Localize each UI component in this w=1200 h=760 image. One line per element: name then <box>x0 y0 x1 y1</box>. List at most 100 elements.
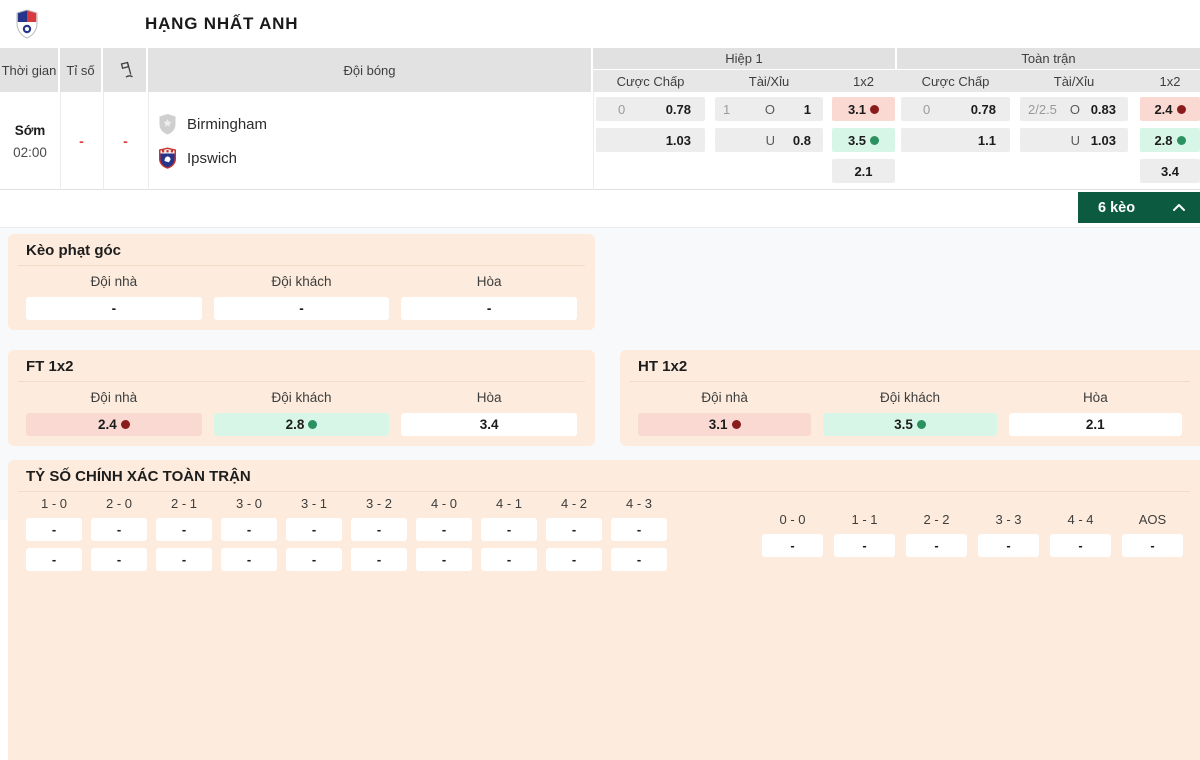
h1-under-label: U <box>765 132 775 148</box>
score-odds-cell[interactable]: - <box>156 518 212 541</box>
column-label: Hòa <box>476 274 502 289</box>
h1-over-odds: 1 <box>803 101 811 117</box>
correct-score-main-group: 1 - 0--2 - 0--2 - 1--3 - 0--3 - 1--3 - 2… <box>26 496 667 571</box>
column-label: Đội khách <box>271 274 332 289</box>
score-odds-cell[interactable]: - <box>611 518 667 541</box>
ft-1x2-draw-odds: 3.4 <box>1160 163 1180 179</box>
score-odds-cell[interactable]: - <box>26 518 82 541</box>
score-odds-cell[interactable]: - <box>546 518 602 541</box>
column-label: Đội nhà <box>90 274 138 289</box>
red-dot-icon <box>1176 104 1186 114</box>
odds-value: 3.1 <box>708 417 728 432</box>
odds-value: 3.5 <box>894 417 913 432</box>
ft-1x2-away-cell[interactable]: 2.8 <box>1140 128 1200 152</box>
h1-handicap-away-odds: 1.03 <box>665 132 691 148</box>
h1-over-cell[interactable]: 1 O 1 <box>715 97 823 121</box>
ft-1x2-draw-cell[interactable]: 3.4 <box>1140 159 1200 183</box>
odds-value-cell[interactable]: 2.4 <box>26 413 202 436</box>
odds-value-cell[interactable]: 2.1 <box>1008 413 1182 436</box>
ft-1x2-panel: FT 1x2 Đội nhà 2.4 Đội khách 2.8 Hòa 3.4 <box>8 350 595 446</box>
green-dot-icon <box>308 420 318 429</box>
h1-1x2-away-cell[interactable]: 3.5 <box>832 128 895 152</box>
odds-value-cell[interactable]: 3.1 <box>638 413 812 436</box>
away-team-row[interactable]: Ipswich <box>158 146 237 170</box>
score-label: 4 - 3 <box>625 496 652 511</box>
score-label: 4 - 2 <box>560 496 587 511</box>
odds-value-cell[interactable]: 2.8 <box>213 413 390 436</box>
ft-handicap-away-cell[interactable]: 1.1 <box>901 128 1010 152</box>
ft-handicap-home-cell[interactable]: 0 0.78 <box>901 97 1010 121</box>
score-label: 1 - 0 <box>40 496 67 511</box>
h1-1x2-home-cell[interactable]: 3.1 <box>832 97 895 121</box>
green-dot-icon <box>916 420 926 429</box>
score-odds-cell[interactable]: - <box>351 548 407 571</box>
home-team-name: Birmingham <box>187 115 268 133</box>
h1-handicap-home-odds: 0.78 <box>665 101 691 117</box>
score-odds-cell[interactable]: - <box>834 534 895 557</box>
corner-flag-icon <box>120 61 133 78</box>
score-column: 0 - 0 - <box>762 512 823 571</box>
ft-over-cell[interactable]: 2/2.5 O 0.83 <box>1020 97 1128 121</box>
score-odds-cell[interactable]: - <box>481 518 537 541</box>
ft-handicap-home-odds: 0.78 <box>970 101 996 117</box>
match-kickoff-time: 02:00 <box>13 144 47 160</box>
odds-column: Đội khách 2.8 <box>213 390 390 436</box>
score-column: 3 - 2 - - <box>351 496 407 571</box>
score-label: 2 - 2 <box>923 512 950 527</box>
score-odds-cell[interactable]: - <box>26 548 82 571</box>
odds-value-cell[interactable]: 3.4 <box>401 413 578 436</box>
h1-under-cell[interactable]: U 0.8 <box>715 128 823 152</box>
score-odds-cell[interactable]: - <box>481 548 537 571</box>
score-odds-cell[interactable]: - <box>1050 534 1111 557</box>
column-label: Đội nhà <box>90 390 138 405</box>
score-odds-cell[interactable]: - <box>906 534 967 557</box>
odds-value-cell[interactable]: - <box>26 297 202 320</box>
score-odds-cell[interactable]: - <box>762 534 823 557</box>
ft-handicap-away-odds: 1.1 <box>977 132 996 148</box>
score-odds-cell[interactable]: - <box>221 518 277 541</box>
score-odds-cell[interactable]: - <box>156 548 212 571</box>
odds-value-cell[interactable]: - <box>401 297 578 320</box>
score-odds-cell[interactable]: - <box>1122 534 1183 557</box>
score-odds-cell[interactable]: - <box>286 518 342 541</box>
divider <box>18 491 1190 492</box>
score-odds-cell[interactable]: - <box>221 548 277 571</box>
h1-1x2-draw-cell[interactable]: 2.1 <box>832 159 895 183</box>
score-label: 4 - 0 <box>430 496 457 511</box>
extra-markets-area: Kèo phạt góc Đội nhà - Đội khách - Hòa - FT 1… <box>0 227 1200 760</box>
h1-under-odds: 0.8 <box>792 132 811 148</box>
score-column: 4 - 1 - - <box>481 496 537 571</box>
score-odds-cell[interactable]: - <box>978 534 1039 557</box>
h1-handicap-home-cell[interactable]: 0 0.78 <box>596 97 705 121</box>
score-label: 4 - 1 <box>495 496 522 511</box>
score-odds-cell[interactable]: - <box>351 518 407 541</box>
odds-column: Hòa - <box>401 274 578 320</box>
ft-handicap-line: 0 <box>923 101 931 117</box>
column-label: Đội khách <box>271 390 332 405</box>
group-header-fulltime: Toàn trận <box>897 48 1200 69</box>
ft-under-cell[interactable]: U 1.03 <box>1020 128 1128 152</box>
correct-score-panel: TỶ SỐ CHÍNH XÁC TOÀN TRẬN 1 - 0--2 - 0--… <box>8 460 1200 760</box>
score-column: 4 - 3 - - <box>611 496 667 571</box>
sub-header-h1-handicap: Cược Chấp <box>616 73 685 89</box>
correct-score-columns: 1 - 0--2 - 0--2 - 1--3 - 0--3 - 1--3 - 2… <box>18 496 1190 571</box>
home-team-row[interactable]: Birmingham <box>158 112 267 136</box>
h1-handicap-away-cell[interactable]: 1.03 <box>596 128 705 152</box>
match-time-label: Sớm <box>14 122 46 138</box>
score-odds-cell[interactable]: - <box>546 548 602 571</box>
score-odds-cell[interactable]: - <box>286 548 342 571</box>
panel-title: HT 1x2 <box>638 358 688 375</box>
score-column: 3 - 0 - - <box>221 496 277 571</box>
score-odds-cell[interactable]: - <box>416 518 472 541</box>
score-odds-cell[interactable]: - <box>91 548 147 571</box>
odds-column: Đội nhà 3.1 <box>638 390 812 436</box>
score-odds-cell[interactable]: - <box>91 518 147 541</box>
odds-column: Đội khách 3.5 <box>823 390 997 436</box>
ft-1x2-home-cell[interactable]: 2.4 <box>1140 97 1200 121</box>
more-bets-toggle-button[interactable]: 6 kèo <box>1078 192 1200 223</box>
col-header-time: Thời gian <box>0 48 58 92</box>
odds-value-cell[interactable]: 3.5 <box>823 413 997 436</box>
score-odds-cell[interactable]: - <box>416 548 472 571</box>
score-odds-cell[interactable]: - <box>611 548 667 571</box>
odds-value-cell[interactable]: - <box>213 297 390 320</box>
